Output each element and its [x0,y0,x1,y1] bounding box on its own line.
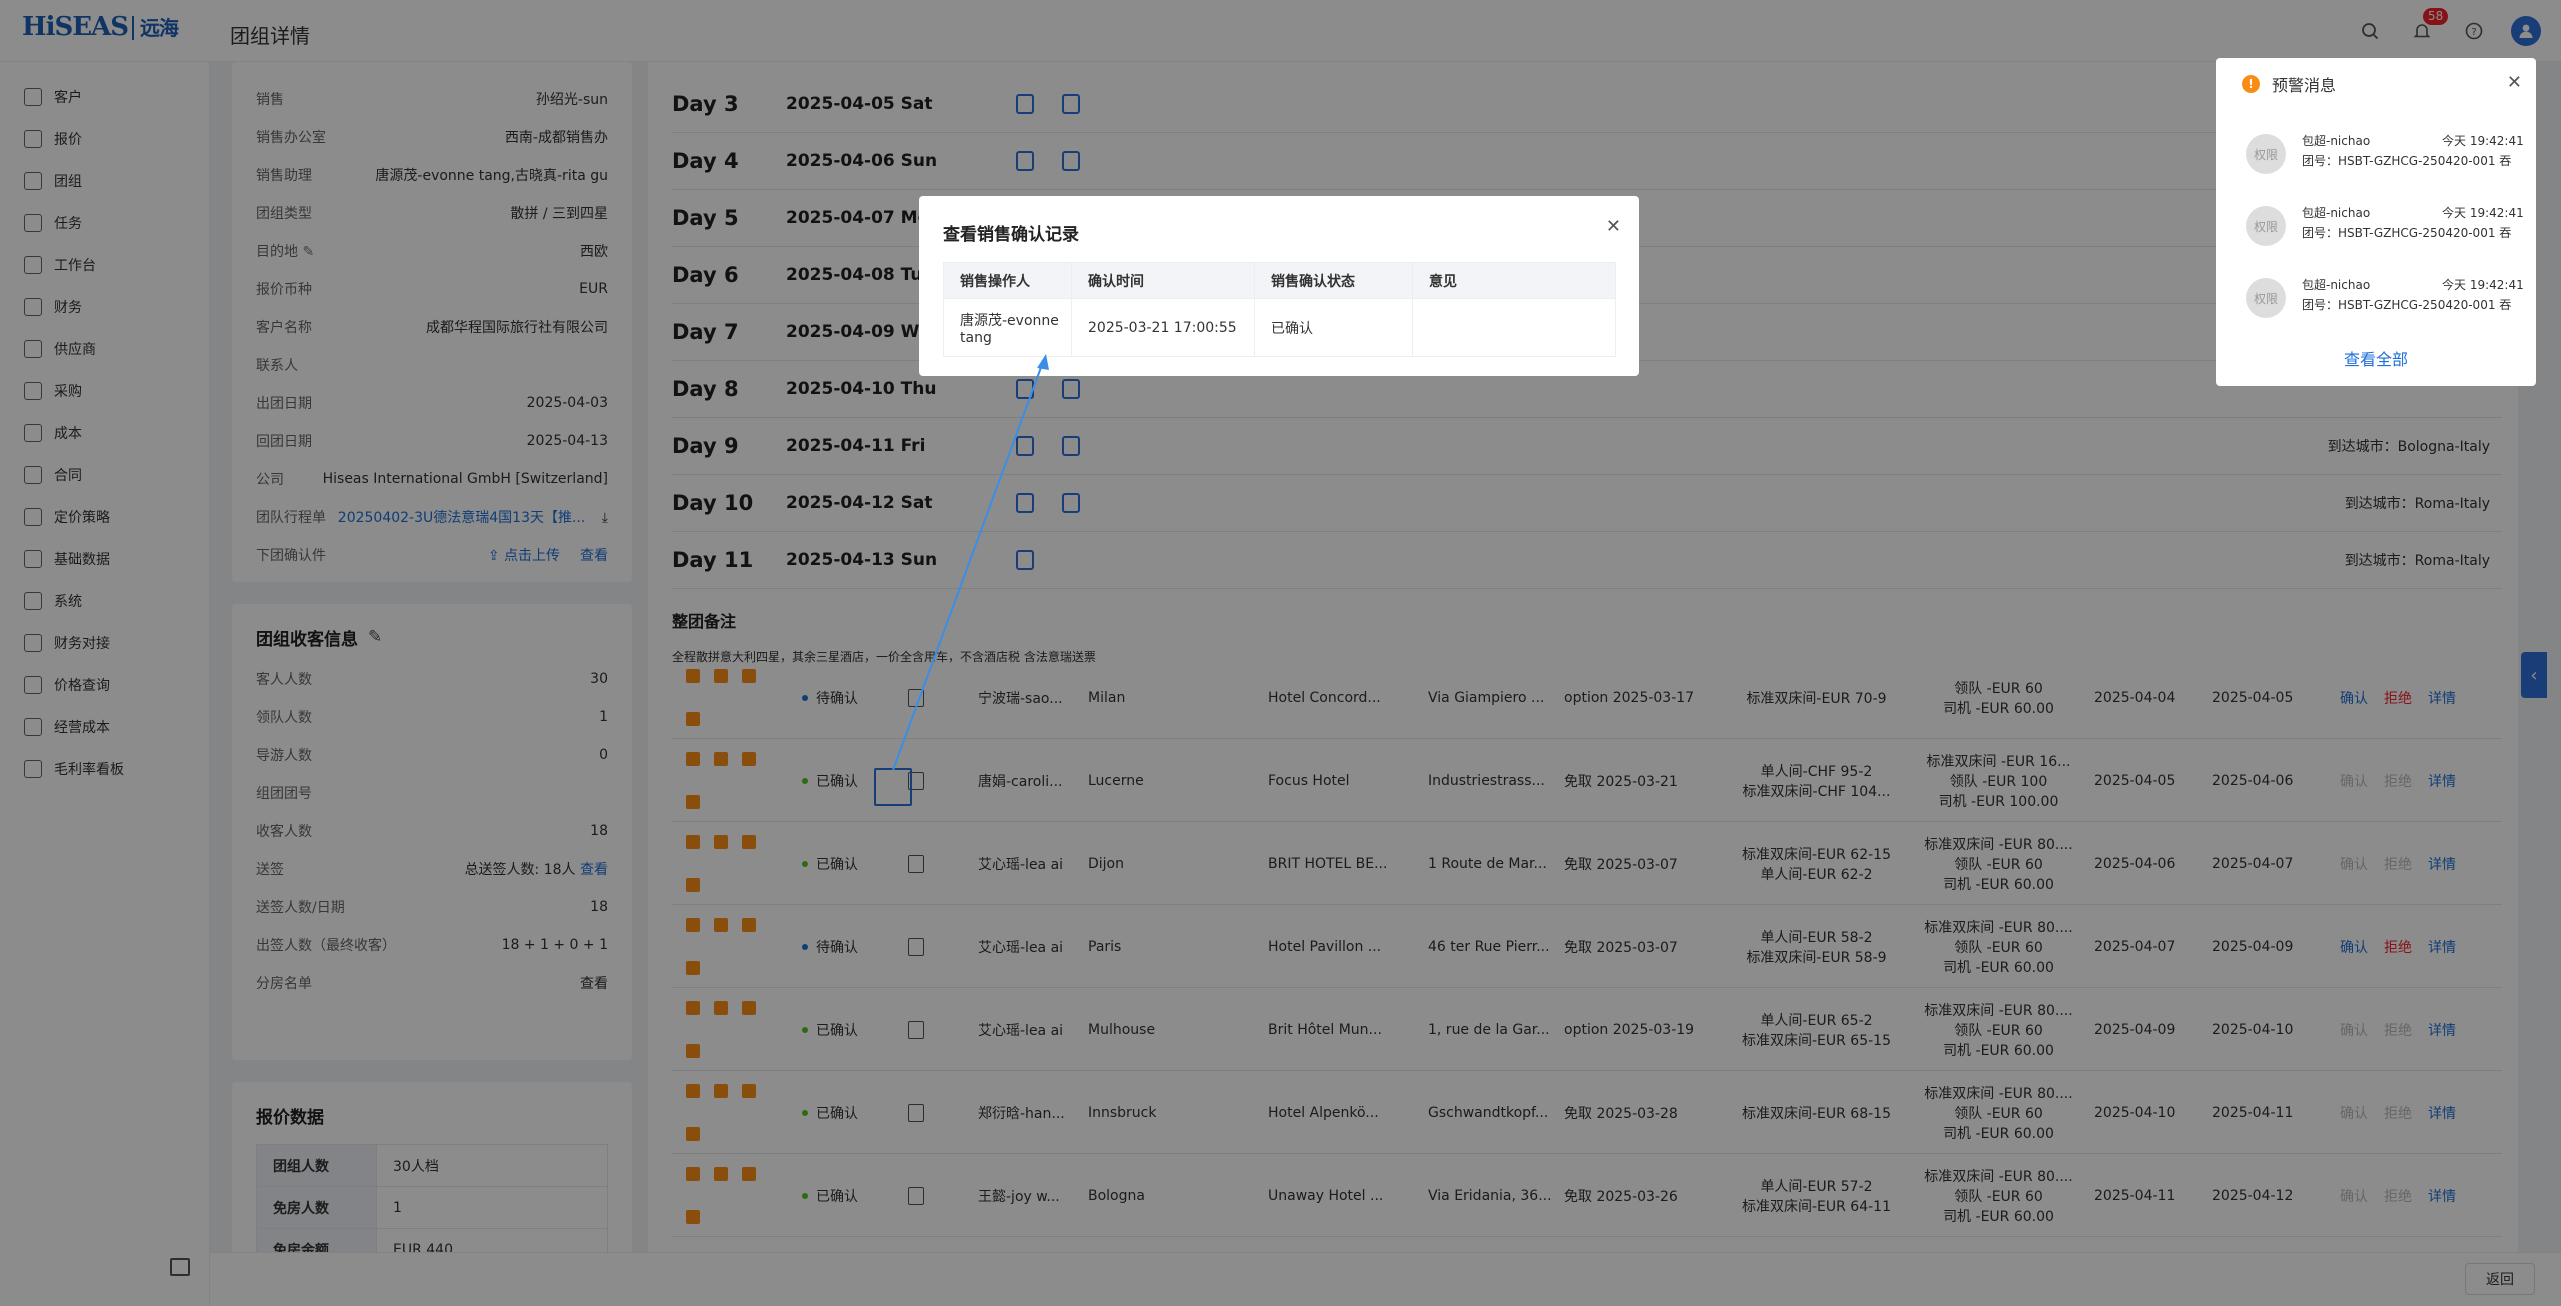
annotation-arrow [892,354,1049,771]
app-root: HiSEAS 远海 团组详情 58 ? 客户 报价 团组 任务 工作台 财务 供应… [0,0,2561,1306]
